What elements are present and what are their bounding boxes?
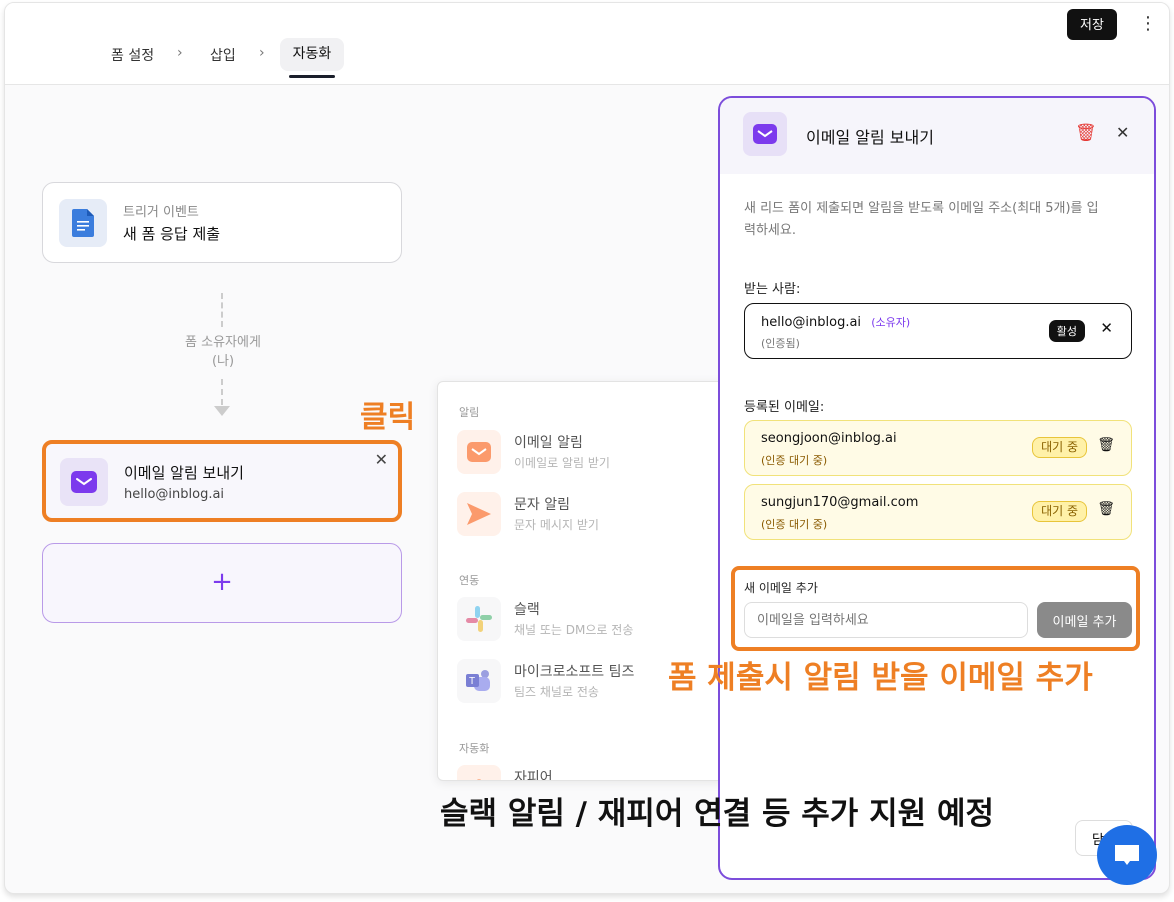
registered-email-row: seongjoon@inblog.ai (인증 대기 중) 대기 중 🗑 (744, 420, 1132, 476)
add-action-button[interactable]: + (42, 543, 402, 623)
trigger-title: 새 폼 응답 제출 (123, 225, 221, 243)
slack-icon (457, 597, 501, 641)
chevron-right-icon: › (177, 45, 183, 61)
owner-tag: (소유자) (871, 316, 911, 329)
save-button[interactable]: 저장 (1067, 9, 1117, 40)
registered-label: 등록된 이메일: (744, 400, 825, 415)
remove-recipient-icon[interactable]: ✕ (1100, 319, 1113, 337)
menu-section-label: 연동 (459, 574, 480, 587)
svg-text:T: T (469, 676, 475, 687)
menu-section-label: 자동화 (459, 742, 490, 755)
panel-title: 이메일 알림 보내기 (806, 128, 934, 147)
mail-icon (743, 112, 787, 156)
menu-item-title: 마이크로소프트 팀즈 (514, 664, 635, 680)
close-icon[interactable]: ✕ (375, 450, 388, 469)
mail-icon (60, 458, 108, 506)
menu-section-label: 알림 (459, 406, 480, 419)
menu-item-title: 문자 알림 (514, 497, 570, 513)
action-title: 이메일 알림 보내기 (124, 464, 244, 482)
document-icon (59, 199, 107, 247)
recipient-row: hello@inblog.ai (소유자) (인증됨) 활성 ✕ (744, 303, 1132, 359)
menu-item-subtitle: 채널 또는 DM으로 전송 (514, 623, 634, 637)
delete-email-icon[interactable]: 🗑 (1097, 437, 1115, 453)
recipient-email: hello@inblog.ai (761, 315, 862, 330)
teams-icon: T (457, 659, 501, 703)
delete-icon[interactable]: 🗑 (1075, 123, 1097, 143)
active-tab-indicator (289, 75, 335, 78)
chat-button[interactable] (1097, 825, 1157, 885)
menu-item-zapier[interactable]: ✱ 자피어 (457, 765, 707, 781)
panel-header: 이메일 알림 보내기 🗑 ✕ (720, 98, 1154, 174)
trigger-card[interactable]: 트리거 이벤트 새 폼 응답 제출 (42, 182, 402, 263)
pending-badge: 대기 중 (1032, 501, 1087, 522)
recipient-email-line: hello@inblog.ai (소유자) (761, 314, 910, 330)
active-badge: 활성 (1048, 320, 1085, 342)
connector-label: 폼 소유자에게 (나) (165, 333, 281, 371)
recipient-label: 받는 사람: (744, 282, 801, 297)
zapier-icon: ✱ (457, 765, 501, 780)
verified-status: (인증됨) (761, 337, 800, 350)
chat-icon (1115, 845, 1139, 865)
breadcrumb-automation[interactable]: 자동화 (280, 38, 344, 71)
annotation-add-email: 폼 제출시 알림 받을 이메일 추가 (668, 660, 1093, 696)
menu-item-email-alert[interactable]: 이메일 알림 이메일로 알림 받기 (457, 430, 707, 478)
pending-status: (인증 대기 중) (761, 454, 828, 467)
delete-email-icon[interactable]: 🗑 (1097, 501, 1115, 517)
trigger-label: 트리거 이벤트 (123, 205, 199, 220)
menu-item-title: 자피어 (514, 770, 553, 781)
mail-icon (457, 430, 501, 474)
action-menu: 알림 이메일 알림 이메일로 알림 받기 문자 알림 문자 메시지 받기 연동 … (437, 381, 725, 781)
menu-item-title: 이메일 알림 (514, 435, 583, 451)
annotation-coming-soon: 슬랙 알림 / 재피어 연결 등 추가 지원 예정 (440, 796, 994, 832)
close-panel-icon[interactable]: ✕ (1116, 123, 1129, 142)
connector-line1: 폼 소유자에게 (185, 335, 261, 350)
annotation-highlight (731, 566, 1140, 651)
connector-line (221, 293, 223, 327)
registered-email: sungjun170@gmail.com (761, 495, 919, 510)
more-options-icon[interactable]: ⋮ (1139, 13, 1157, 34)
panel-description: 새 리드 폼이 제출되면 알림을 받도록 이메일 주소(최대 5개)를 입력하세… (744, 201, 1099, 238)
connector-line2: (나) (211, 354, 235, 369)
arrow-down-icon (214, 406, 230, 416)
menu-item-subtitle: 이메일로 알림 받기 (514, 456, 610, 470)
menu-item-subtitle: 팀즈 채널로 전송 (514, 685, 599, 699)
menu-item-sms-alert[interactable]: 문자 알림 문자 메시지 받기 (457, 492, 707, 540)
menu-item-title: 슬랙 (514, 602, 540, 618)
plus-icon: + (211, 567, 233, 597)
chevron-right-icon: › (259, 45, 265, 61)
action-card-email[interactable]: 이메일 알림 보내기 hello@inblog.ai ✕ (42, 440, 402, 522)
connector-line (221, 379, 223, 405)
action-email: hello@inblog.ai (124, 487, 225, 502)
pending-status: (인증 대기 중) (761, 518, 828, 531)
send-icon (457, 492, 501, 536)
breadcrumb-insert[interactable]: 삽입 (210, 45, 236, 65)
annotation-click: 클릭 (360, 400, 416, 435)
top-bar: 폼 설정 › 삽입 › 자동화 저장 ⋮ (5, 3, 1169, 85)
breadcrumb-form-settings[interactable]: 폼 설정 (111, 45, 154, 65)
menu-item-slack[interactable]: 슬랙 채널 또는 DM으로 전송 (457, 597, 707, 645)
registered-email: seongjoon@inblog.ai (761, 431, 897, 446)
email-alert-panel: 이메일 알림 보내기 🗑 ✕ 새 리드 폼이 제출되면 알림을 받도록 이메일 … (718, 96, 1156, 880)
menu-item-subtitle: 문자 메시지 받기 (514, 518, 599, 532)
pending-badge: 대기 중 (1032, 437, 1087, 458)
registered-email-row: sungjun170@gmail.com (인증 대기 중) 대기 중 🗑 (744, 484, 1132, 540)
